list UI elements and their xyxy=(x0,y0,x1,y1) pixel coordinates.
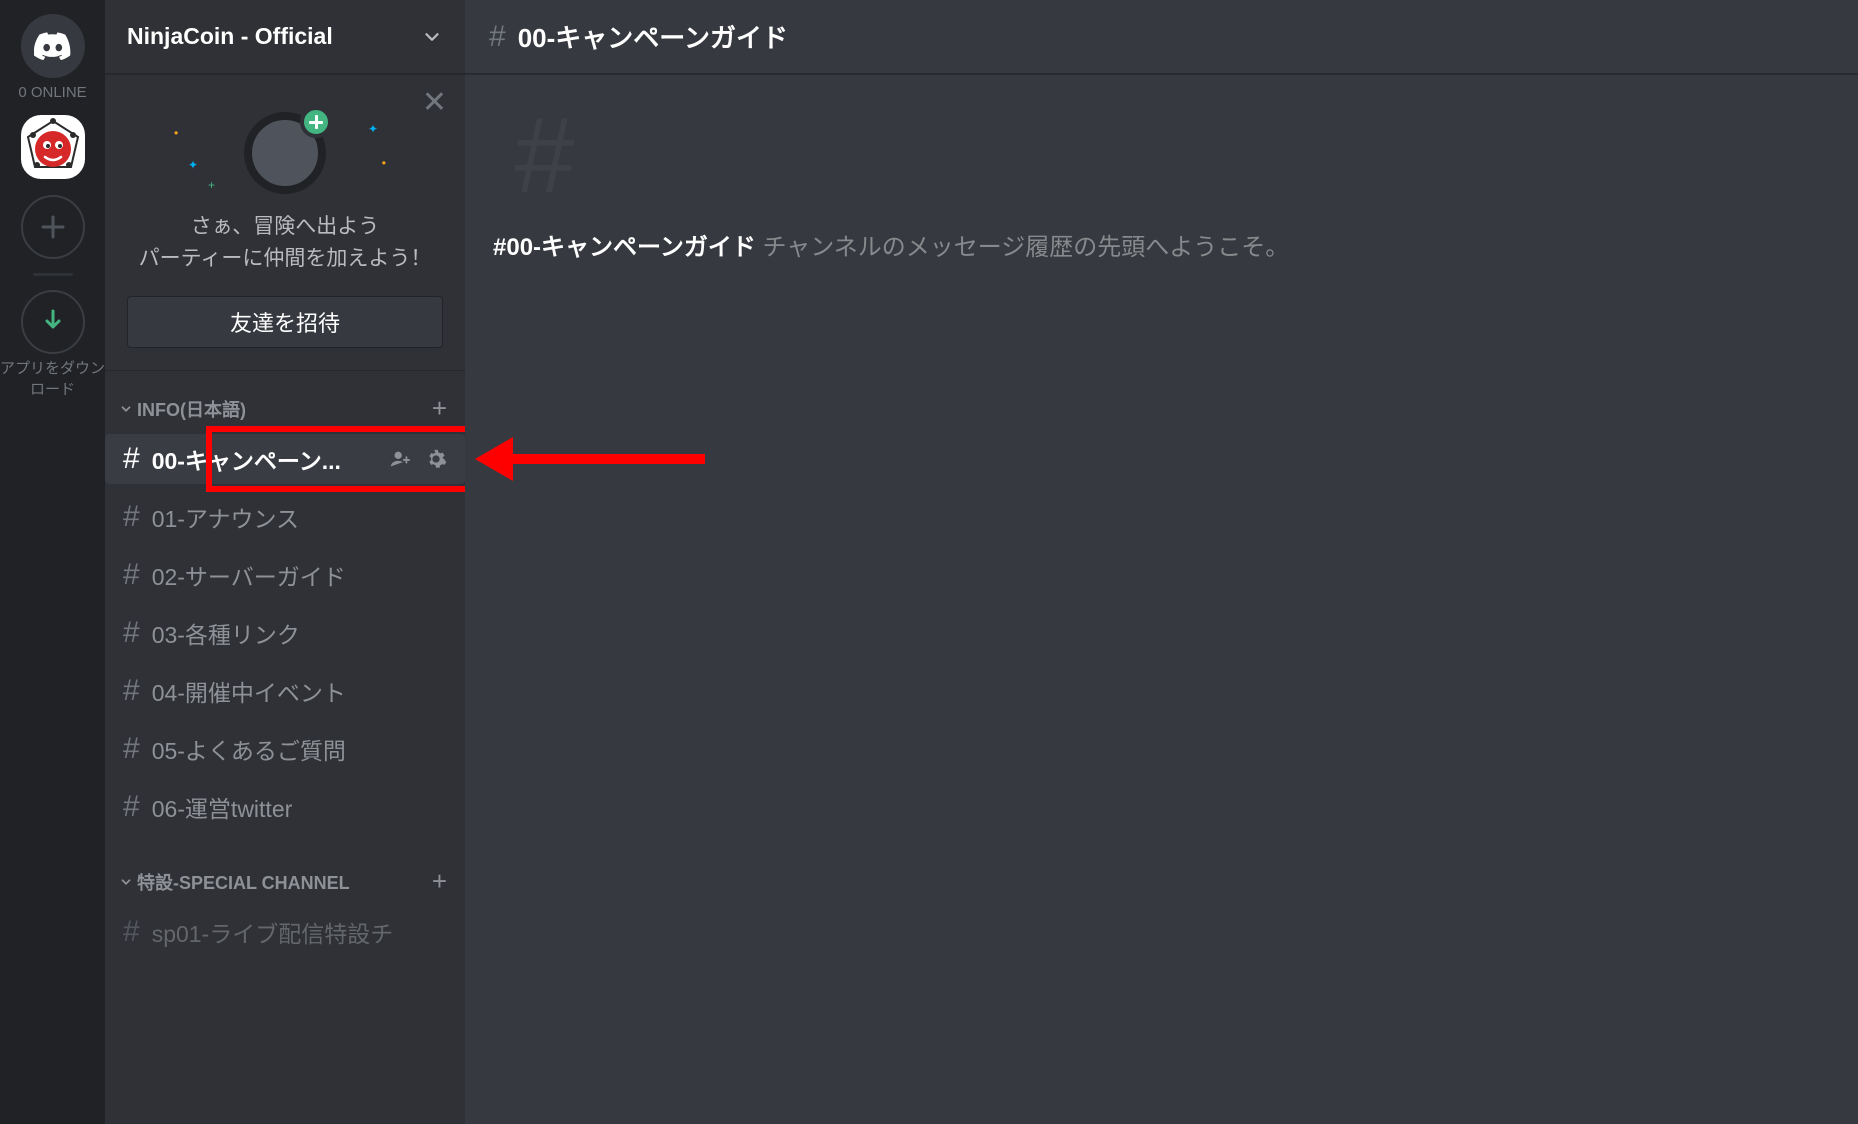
channel-item-01[interactable]: #01-アナウンス xyxy=(105,492,465,542)
channel-item-03[interactable]: #03-各種リンク xyxy=(105,608,465,658)
category-header[interactable]: INFO(日本語) + xyxy=(105,371,465,430)
invite-friends-button[interactable]: 友達を招待 xyxy=(127,296,443,348)
hash-icon: # xyxy=(123,442,140,476)
download-app-button[interactable] xyxy=(21,290,85,354)
close-icon[interactable]: ✕ xyxy=(422,88,447,118)
channel-item-00[interactable]: # 00-キャンペーン... xyxy=(105,434,465,484)
hash-icon: # xyxy=(123,500,140,534)
server-rail: 0 ONLINE アプリをダウンロード xyxy=(0,0,105,1124)
hash-icon: # xyxy=(123,616,140,650)
channel-item-04[interactable]: #04-開催中イベント xyxy=(105,666,465,716)
hash-icon: # xyxy=(489,20,506,54)
welcome-hash-icon: # xyxy=(493,96,613,216)
rail-divider xyxy=(33,273,73,276)
plus-icon xyxy=(39,213,67,241)
channel-sidebar: NinjaCoin - Official ✕ ✦ • + ✦ • さぁ、冒険へ出… xyxy=(105,0,465,1124)
welcome-channel-name: #00-キャンペーンガイド xyxy=(493,234,756,261)
channel-label: 01-アナウンス xyxy=(152,500,447,534)
server-name: NinjaCoin - Official xyxy=(127,23,333,50)
svg-text:#: # xyxy=(515,96,575,215)
online-count-label: 0 ONLINE xyxy=(18,84,86,101)
channel-label: 02-サーバーガイド xyxy=(152,558,447,592)
channel-label: 03-各種リンク xyxy=(152,616,447,650)
category-label: INFO(日本語) xyxy=(137,396,246,422)
channel-label: 00-キャンペーン... xyxy=(152,442,389,476)
add-person-icon[interactable] xyxy=(389,448,411,470)
channel-header: # 00-キャンペーンガイド xyxy=(465,0,1858,74)
channel-item-02[interactable]: #02-サーバーガイド xyxy=(105,550,465,600)
invite-avatar: ✦ • + ✦ • xyxy=(244,112,326,194)
chevron-down-icon xyxy=(119,875,133,889)
hash-icon: # xyxy=(123,674,140,708)
channel-label: 06-運営twitter xyxy=(152,790,447,824)
gear-icon[interactable] xyxy=(425,448,447,470)
channel-label: sp01-ライブ配信特設チ xyxy=(152,915,447,949)
server-icon-ninjacoin[interactable] xyxy=(21,115,85,179)
invite-card: ✕ ✦ • + ✦ • さぁ、冒険へ出よう パーティーに仲間を加えよう！ 友達を… xyxy=(105,74,465,371)
home-server-button[interactable] xyxy=(21,14,85,78)
main-area: # 00-キャンペーンガイド # #00-キャンペーンガイド チャンネルのメッセ… xyxy=(465,0,1858,1124)
invite-line-1: さぁ、冒険へ出よう xyxy=(127,211,443,243)
channel-label: 05-よくあるご質問 xyxy=(152,732,447,766)
download-icon xyxy=(38,307,68,337)
hash-icon: # xyxy=(123,790,140,824)
category-label: 特設-SPECIAL CHANNEL xyxy=(137,869,350,895)
channel-header-title: 00-キャンペーンガイド xyxy=(518,18,788,55)
category-header[interactable]: 特設-SPECIAL CHANNEL + xyxy=(105,836,465,903)
channel-item-06[interactable]: #06-運営twitter xyxy=(105,782,465,832)
chevron-down-icon xyxy=(119,402,133,416)
welcome-message: #00-キャンペーンガイド チャンネルのメッセージ履歴の先頭へようこそ。 xyxy=(493,227,1830,262)
discord-logo-icon xyxy=(34,32,72,60)
messages-area: # #00-キャンペーンガイド チャンネルのメッセージ履歴の先頭へようこそ。 xyxy=(465,74,1858,1124)
add-channel-button[interactable]: + xyxy=(432,393,447,424)
add-channel-button[interactable]: + xyxy=(432,866,447,897)
add-server-button[interactable] xyxy=(21,195,85,259)
hash-icon: # xyxy=(123,732,140,766)
server-header[interactable]: NinjaCoin - Official xyxy=(105,0,465,74)
download-app-label: アプリをダウンロード xyxy=(0,358,105,400)
channel-item-sp01[interactable]: # sp01-ライブ配信特設チ xyxy=(105,907,465,957)
hash-icon: # xyxy=(123,915,140,949)
plus-badge-icon xyxy=(300,106,332,138)
chevron-down-icon xyxy=(421,26,443,48)
invite-line-2: パーティーに仲間を加えよう！ xyxy=(127,243,443,275)
channel-item-05[interactable]: #05-よくあるご質問 xyxy=(105,724,465,774)
hash-icon: # xyxy=(123,558,140,592)
channel-label: 04-開催中イベント xyxy=(152,674,447,708)
ninjacoin-icon xyxy=(23,117,83,177)
welcome-suffix: チャンネルのメッセージ履歴の先頭へようこそ。 xyxy=(756,234,1289,261)
